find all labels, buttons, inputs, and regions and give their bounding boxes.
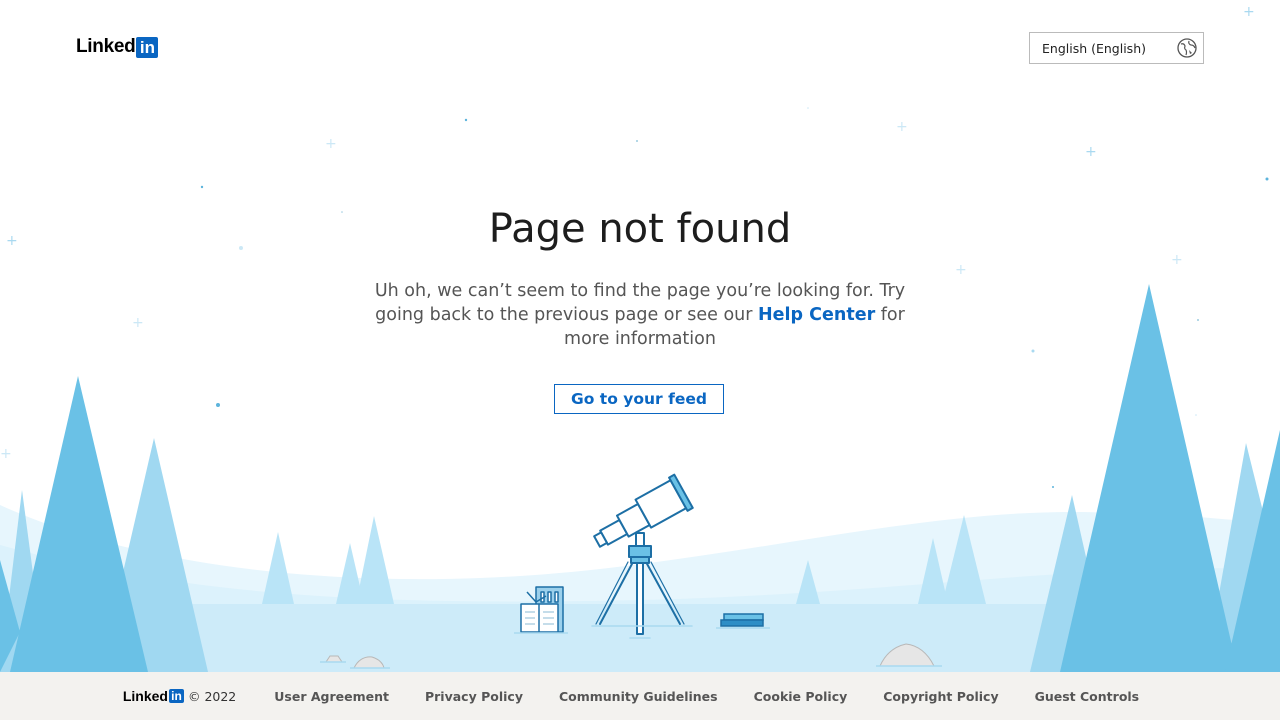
language-select[interactable]: English (English)	[1029, 32, 1204, 64]
flat-books	[716, 613, 770, 629]
logo-wordmark: Linked	[76, 36, 136, 57]
footer-link-privacy-policy[interactable]: Privacy Policy	[425, 689, 523, 704]
linkedin-logo[interactable]: Linked in	[76, 36, 159, 58]
logo-in-box: in	[136, 36, 159, 58]
svg-text:+: +	[1171, 252, 1183, 268]
help-center-link[interactable]: Help Center	[758, 305, 875, 325]
page-title: Page not found	[488, 206, 792, 252]
globe-icon	[1177, 38, 1197, 58]
error-message: Uh oh, we can’t seem to find the page yo…	[360, 279, 920, 351]
svg-text:+: +	[1243, 4, 1255, 20]
svg-text:+: +	[896, 119, 908, 135]
footer: Linked in © 2022 User Agreement Privacy P…	[0, 672, 1280, 720]
svg-text:+: +	[325, 136, 337, 152]
footer-link-user-agreement[interactable]: User Agreement	[274, 689, 389, 704]
svg-text:+: +	[1085, 144, 1097, 160]
footer-copyright: © 2022	[187, 688, 237, 704]
footer-link-community-guidelines[interactable]: Community Guidelines	[559, 689, 718, 704]
language-select-value: English (English)	[1042, 40, 1146, 56]
footer-link-cookie-policy[interactable]: Cookie Policy	[754, 689, 848, 704]
footer-link-copyright-policy[interactable]: Copyright Policy	[883, 689, 998, 704]
go-to-feed-button[interactable]: Go to your feed	[554, 384, 724, 414]
footer-logo-wordmark: Linked	[122, 688, 168, 704]
footer-logo[interactable]: Linked in	[123, 688, 184, 704]
footer-logo-in-box: in	[168, 689, 184, 703]
svg-text:+: +	[955, 262, 967, 278]
footer-link-guest-controls[interactable]: Guest Controls	[1035, 689, 1140, 704]
svg-text:+: +	[0, 446, 12, 462]
svg-text:+: +	[132, 315, 144, 331]
